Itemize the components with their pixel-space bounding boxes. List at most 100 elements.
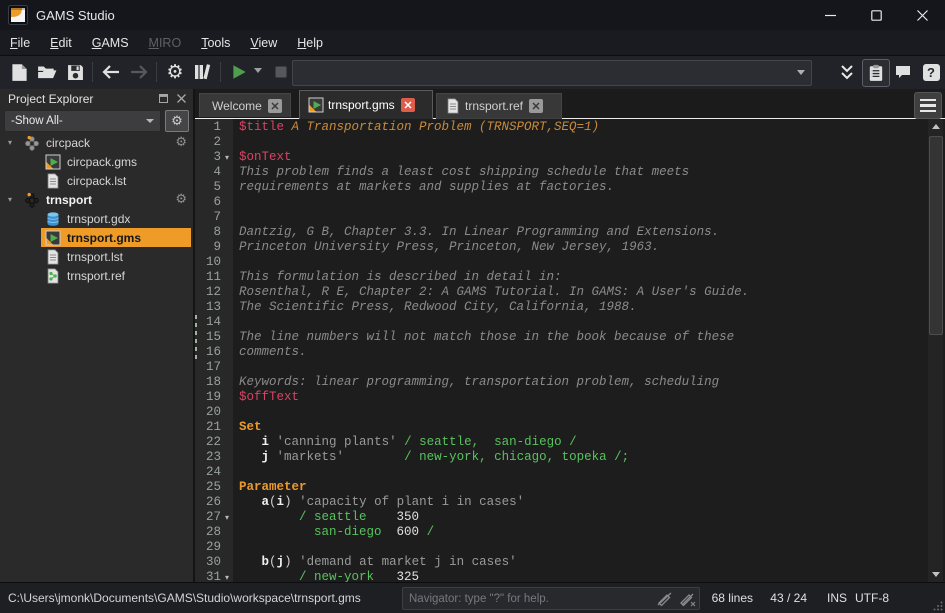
code-editor[interactable]: 1$title A Transportation Problem (TRNSPO… — [195, 119, 945, 582]
run-button[interactable] — [226, 59, 252, 85]
navigator-input[interactable] — [403, 593, 655, 605]
line-number: 3 — [195, 150, 221, 165]
menu-tools[interactable]: Tools — [191, 32, 240, 54]
project-row-circpack[interactable]: ▾ circpack⚙ — [0, 133, 193, 152]
maximize-button[interactable] — [853, 0, 899, 30]
tab-list-menu-button[interactable] — [914, 92, 942, 119]
menu-file[interactable]: File — [0, 32, 40, 54]
editor-line-12: 12Rosenthal, R E, Chapter 2: A GAMS Tuto… — [195, 285, 928, 300]
close-panel-icon[interactable] — [174, 92, 189, 105]
tab-close-icon[interactable] — [529, 99, 543, 113]
file-name: trnsport.gdx — [67, 212, 130, 226]
expand-arrow-icon[interactable]: ▾ — [8, 195, 18, 204]
combobox-value — [293, 63, 299, 77]
toolbar-separator — [220, 62, 221, 82]
file-row-circpack.lst[interactable]: circpack.lst — [0, 171, 193, 190]
fold-spacer — [221, 480, 233, 495]
expand-arrow-icon[interactable]: ▾ — [8, 138, 18, 147]
scroll-down-icon[interactable] — [928, 567, 943, 582]
project-filter-select[interactable]: -Show All- — [4, 110, 161, 132]
fold-spacer — [221, 120, 233, 135]
gams-parameter-combobox[interactable] — [292, 60, 812, 86]
resize-grip[interactable] — [933, 601, 943, 611]
project-row-trnsport[interactable]: ▾ trnsport ⚙ — [0, 190, 193, 209]
menu-gams[interactable]: GAMS — [82, 32, 139, 54]
fold-spacer — [221, 210, 233, 225]
file-row-circpack.gms[interactable]: circpack.gms — [0, 152, 193, 171]
toolbar-separator — [92, 62, 93, 82]
menu-edit[interactable]: Edit — [40, 32, 82, 54]
line-number: 22 — [195, 435, 221, 450]
open-file-button[interactable] — [34, 59, 60, 85]
editor-line-14: 14 — [195, 315, 928, 330]
scrollbar-thumb[interactable] — [929, 136, 943, 335]
run-dropdown-icon[interactable] — [254, 68, 262, 73]
editor-line-16: 16comments. — [195, 345, 928, 360]
crossed-pen-x-icon[interactable] — [677, 591, 697, 607]
menu-bar: FileEditGAMSMIROToolsViewHelp — [0, 30, 945, 56]
editor-line-7: 7 — [195, 210, 928, 225]
tab-close-icon[interactable] — [401, 98, 415, 112]
editor-line-22: 22 i 'canning plants' / seattle, san-die… — [195, 435, 928, 450]
editor-line-5: 5requirements at markets and supplies at… — [195, 180, 928, 195]
code-text: Parameter — [233, 480, 307, 495]
editor-vertical-scrollbar[interactable] — [928, 119, 943, 582]
line-number: 15 — [195, 330, 221, 345]
line-number: 4 — [195, 165, 221, 180]
comment-bubble-button[interactable] — [890, 59, 916, 85]
fold-marker-icon[interactable]: ▾ — [221, 570, 233, 582]
fold-marker-icon[interactable]: ▾ — [221, 510, 233, 525]
gdx-file-icon — [45, 211, 61, 227]
code-text: a(i) 'capacity of plant i in cases' — [233, 495, 524, 510]
combobox-arrow-icon — [797, 70, 805, 75]
editor-line-2: 2 — [195, 135, 928, 150]
cursor-position: 43 / 24 — [770, 591, 807, 605]
tab-trnsport-gms[interactable]: trnsport.gms — [299, 90, 433, 119]
back-arrow-button[interactable] — [98, 59, 124, 85]
project-name: trnsport — [46, 193, 92, 207]
scroll-up-icon[interactable] — [928, 119, 943, 134]
insert-mode-indicator: INS — [827, 591, 847, 605]
tab-trnsport-ref[interactable]: trnsport.ref — [436, 93, 562, 119]
code-text — [233, 540, 239, 555]
fold-spacer — [221, 315, 233, 330]
line-number: 31 — [195, 570, 221, 582]
file-row-trnsport.gms[interactable]: trnsport.gms — [0, 228, 193, 247]
editor-line-27: 27▾ / seattle 350 — [195, 510, 928, 525]
float-panel-icon[interactable] — [156, 92, 171, 105]
explorer-settings-button[interactable]: ⚙ — [165, 110, 189, 132]
file-row-trnsport.lst[interactable]: trnsport.lst — [0, 247, 193, 266]
editor-line-10: 10 — [195, 255, 928, 270]
minimize-button[interactable] — [807, 0, 853, 30]
settings-gear-button[interactable]: ⚙ — [162, 59, 188, 85]
double-chevron-down-button[interactable] — [834, 59, 860, 85]
editor-line-13: 13The Scientific Press, Redwood City, Ca… — [195, 300, 928, 315]
code-text — [233, 405, 239, 420]
editor-line-29: 29 — [195, 540, 928, 555]
close-button[interactable] — [899, 0, 945, 30]
editor-line-3: 3▾$onText — [195, 150, 928, 165]
save-button[interactable] — [62, 59, 88, 85]
crossed-pen-icon[interactable] — [655, 591, 675, 607]
fold-spacer — [221, 420, 233, 435]
project-options-gear-icon[interactable]: ⚙ — [175, 135, 187, 150]
gams-studio-window: { "window": { "title": "GAMS Studio" }, … — [0, 0, 945, 612]
line-number: 2 — [195, 135, 221, 150]
menu-help[interactable]: Help — [287, 32, 333, 54]
process-log-button[interactable] — [862, 59, 890, 87]
fold-marker-icon[interactable]: ▾ — [221, 150, 233, 165]
file-row-trnsport.ref[interactable]: trnsport.ref — [0, 266, 193, 285]
tab-welcome[interactable]: Welcome — [199, 93, 291, 117]
file-name: trnsport.ref — [67, 269, 125, 283]
help-button[interactable]: ? — [918, 59, 944, 85]
code-text: / seattle 350 — [233, 510, 419, 525]
model-library-button[interactable] — [190, 59, 216, 85]
tab-close-icon[interactable] — [268, 99, 282, 113]
fold-spacer — [221, 375, 233, 390]
line-number: 5 — [195, 180, 221, 195]
line-number: 21 — [195, 420, 221, 435]
new-file-button[interactable] — [6, 59, 32, 85]
project-options-gear-icon[interactable]: ⚙ — [175, 192, 187, 207]
menu-view[interactable]: View — [240, 32, 287, 54]
file-row-trnsport.gdx[interactable]: trnsport.gdx — [0, 209, 193, 228]
